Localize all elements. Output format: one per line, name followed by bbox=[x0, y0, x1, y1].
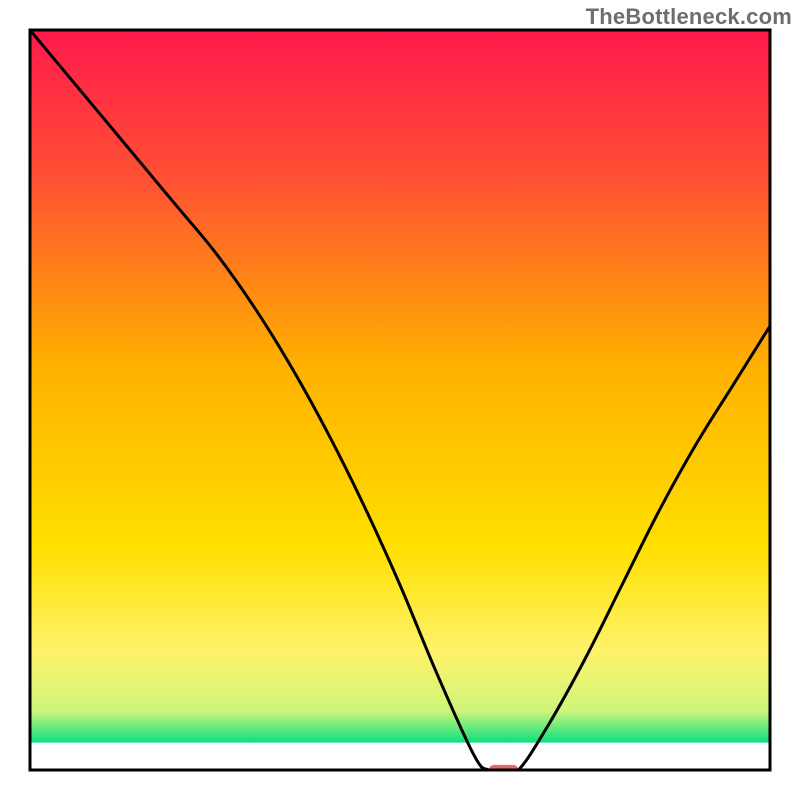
watermark-text: TheBottleneck.com bbox=[586, 4, 792, 30]
chart-container: TheBottleneck.com bbox=[0, 0, 800, 800]
bottom-strip bbox=[30, 743, 770, 770]
gradient-background bbox=[30, 30, 770, 770]
bottleneck-chart bbox=[0, 0, 800, 800]
